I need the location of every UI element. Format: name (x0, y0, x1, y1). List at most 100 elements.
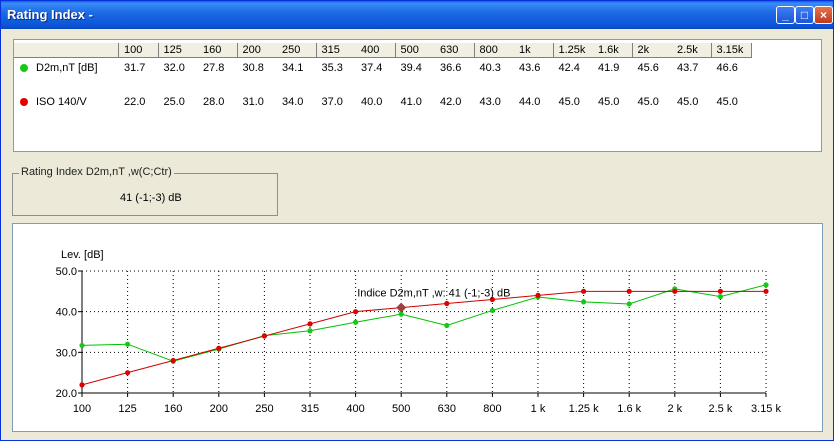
table-header-3.15k: 3.15k (711, 43, 752, 58)
table-header-2k: 2k (632, 43, 673, 58)
table-header-1.6k: 1.6k (593, 43, 633, 58)
data-point (626, 301, 632, 307)
table-cell: 22.0 (124, 96, 146, 108)
rating-annotation: Indice D2m,nT ,w: 41 (-1;-3) dB (357, 288, 510, 300)
data-point (444, 300, 450, 307)
x-tick-label: 100 (73, 403, 91, 415)
close-button[interactable]: × (814, 6, 833, 24)
table-header-800: 800 (474, 43, 515, 58)
table-cell: 31.7 (124, 62, 146, 74)
level-chart: Lev. [dB] 20.0 30.0 40.0 50.0 100 125 160 200 250… (56, 249, 782, 415)
table-cell: 40.0 (361, 96, 383, 108)
data-point (717, 288, 724, 294)
rating-index-value: 41 (-1;-3) dB (120, 192, 182, 204)
table-cell: 45.0 (677, 96, 699, 108)
rating-index-legend: Rating Index D2m,nT ,w(C;Ctr) (19, 166, 174, 178)
table-header-100: 100 (119, 43, 159, 58)
table-cell: 34.0 (282, 96, 304, 108)
table-header-125: 125 (158, 43, 199, 58)
table-header-500: 500 (395, 43, 436, 58)
row-label-text: ISO 140/V (36, 96, 87, 108)
x-tick-label: 200 (210, 403, 228, 415)
title-bar[interactable]: Rating Index - _ □ × (1, 1, 833, 29)
data-point (79, 342, 85, 349)
data-point (170, 357, 176, 364)
table-cell: 45.0 (637, 96, 659, 108)
table-header-1k: 1k (514, 43, 554, 58)
data-point (353, 309, 359, 315)
table-cell: 43.6 (519, 62, 541, 74)
data-point (353, 319, 359, 325)
data-point (672, 288, 678, 294)
table-cell: 30.8 (242, 62, 264, 74)
x-tick-label: 630 (438, 403, 456, 415)
table-header-corner (14, 43, 119, 58)
x-tick-label: 1.6 k (617, 403, 641, 415)
x-tick-label: 1.25 k (569, 403, 599, 415)
data-point (626, 288, 632, 294)
table-cell: 27.8 (203, 62, 225, 74)
x-tick-label: 800 (483, 403, 501, 415)
table-cell: 45.0 (598, 96, 620, 108)
table-cell: 45.0 (558, 96, 580, 108)
table-cell: 44.0 (519, 96, 541, 108)
minimize-icon: _ (782, 8, 789, 22)
rating-index-group: Rating Index D2m,nT ,w(C;Ctr) 41 (-1;-3)… (12, 166, 278, 216)
table-cell: 43.7 (677, 62, 699, 74)
table-cell: 25.0 (163, 96, 185, 108)
series-dot-icon (20, 98, 28, 106)
table-header-1.25k: 1.25k (553, 43, 594, 58)
series-dot-icon (20, 64, 28, 72)
table-cell: 45.6 (637, 62, 659, 74)
x-tick-label: 3.15 k (751, 403, 781, 415)
rating-index-window: Rating Index - _ □ × 100 125 160 200 250 315 4… (0, 0, 834, 441)
table-cell: 39.4 (400, 62, 422, 74)
rating-marker-icon (396, 302, 407, 313)
table-header-160: 160 (198, 43, 238, 58)
x-tick-label: 500 (392, 403, 410, 415)
x-tick-label: 125 (118, 403, 136, 415)
table-cell: 41.9 (598, 62, 620, 74)
x-tick-label: 1 k (531, 403, 546, 415)
y-tick-label: 50.0 (56, 266, 77, 278)
data-table: 100 125 160 200 250 315 400 500 630 800 1k 1.25k 1.6… (13, 39, 822, 152)
table-row-label: ISO 140/V (20, 96, 87, 108)
data-point (489, 307, 495, 314)
maximize-icon: □ (800, 8, 809, 22)
maximize-button[interactable]: □ (795, 6, 814, 24)
data-point (125, 370, 131, 376)
data-point (261, 333, 267, 339)
table-cell: 28.0 (203, 96, 225, 108)
data-point (307, 328, 313, 334)
data-point (79, 382, 85, 388)
series-line-1 (81, 290, 766, 386)
y-tick-label: 30.0 (56, 347, 77, 359)
x-tick-label: 160 (164, 403, 182, 415)
x-tick-label: 315 (301, 403, 319, 415)
table-cell: 43.0 (479, 96, 501, 108)
table-row-label: D2m,nT [dB] (20, 62, 98, 74)
table-cell: 46.6 (716, 62, 738, 74)
close-icon: × (819, 8, 827, 22)
x-tick-label: 2 k (667, 403, 682, 415)
row-label-text: D2m,nT [dB] (36, 62, 98, 74)
data-point (216, 345, 222, 351)
table-header-400: 400 (356, 43, 396, 58)
table-cell: 41.0 (400, 96, 422, 108)
table-cell: 32.0 (163, 62, 185, 74)
x-tick-label: 2.5 k (708, 403, 732, 415)
data-point (444, 322, 450, 329)
table-cell: 31.0 (242, 96, 264, 108)
x-tick-label: 400 (346, 403, 364, 415)
data-point (763, 288, 769, 294)
table-cell: 42.0 (440, 96, 462, 108)
data-point (535, 292, 541, 298)
minimize-button[interactable]: _ (776, 6, 795, 24)
table-cell: 37.4 (361, 62, 383, 74)
y-tick-label: 20.0 (56, 388, 77, 400)
table-cell: 37.0 (321, 96, 343, 108)
table-cell: 45.0 (716, 96, 738, 108)
table-header-200: 200 (237, 43, 278, 58)
x-tick-label: 250 (255, 403, 273, 415)
data-point (125, 341, 131, 347)
